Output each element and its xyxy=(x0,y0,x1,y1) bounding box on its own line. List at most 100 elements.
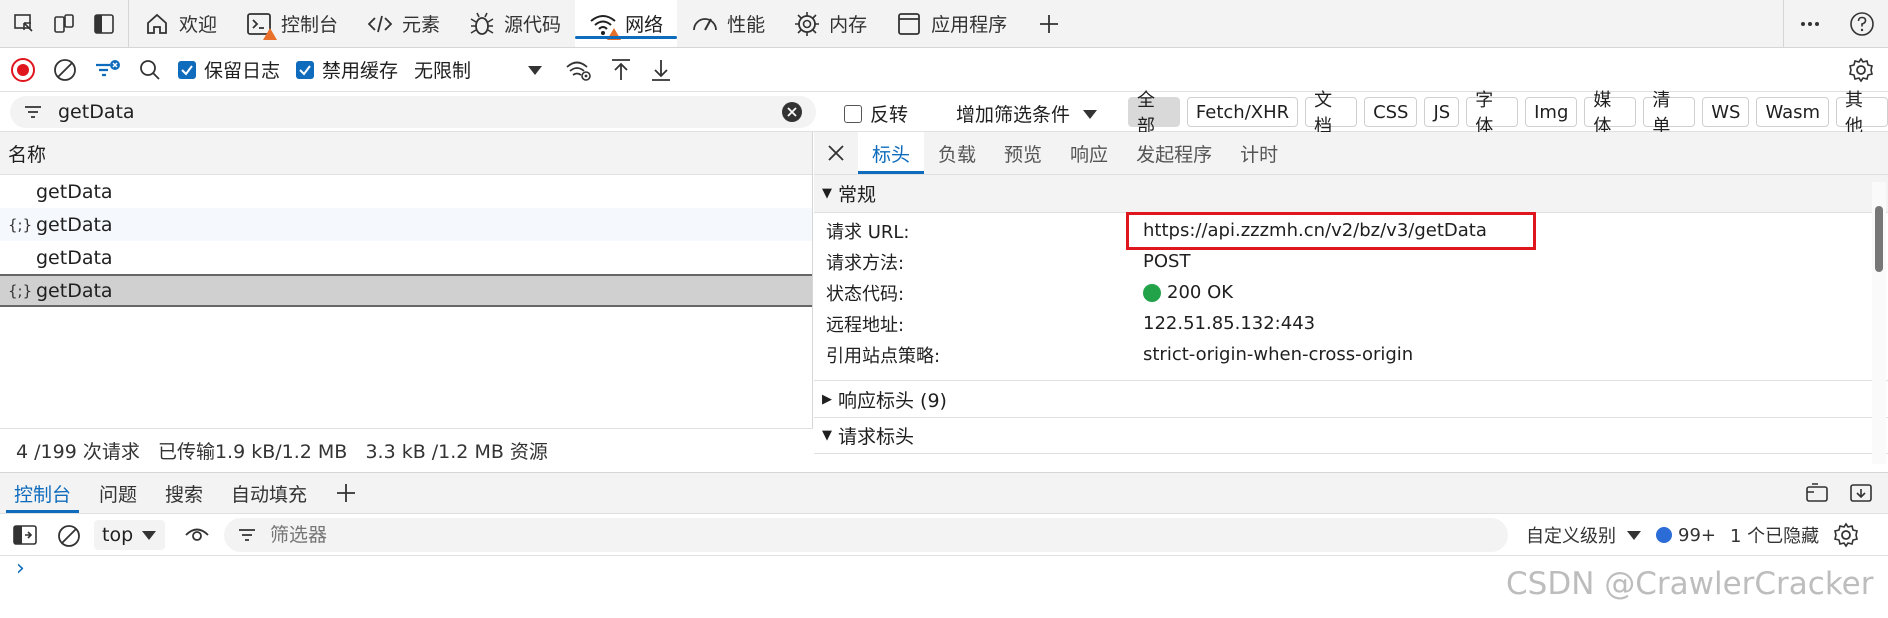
header-key: 请求方法: xyxy=(826,252,905,274)
header-key: 远程地址: xyxy=(826,314,905,336)
request-row[interactable]: {;} getData xyxy=(0,208,812,241)
add-drawer-tab-button[interactable] xyxy=(321,473,371,513)
response-headers-section-header[interactable]: ▶ 响应标头 (9) xyxy=(814,380,1888,418)
type-filter-manifest[interactable]: 清单 xyxy=(1643,90,1696,137)
tab-performance[interactable]: 性能 xyxy=(677,0,779,47)
type-filter-doc[interactable]: 文档 xyxy=(1305,90,1358,137)
filter-input[interactable] xyxy=(56,100,756,124)
filter-icon xyxy=(25,106,41,118)
tab-network[interactable]: 网络 xyxy=(575,0,678,47)
type-filter-font[interactable]: 字体 xyxy=(1466,90,1519,137)
throttling-select[interactable]: 无限制 xyxy=(414,56,543,83)
more-filters-label: 增加筛选条件 xyxy=(956,104,1071,126)
type-filter-img[interactable]: Img xyxy=(1525,97,1578,127)
header-key: 引用站点策略: xyxy=(826,345,941,367)
invert-checkbox[interactable]: 反转 xyxy=(844,100,908,127)
undock-drawer-icon[interactable] xyxy=(1804,481,1830,505)
clear-button[interactable] xyxy=(52,57,78,83)
drawer-tab-autofill[interactable]: 自动填充 xyxy=(217,473,321,513)
preserve-log-checkbox[interactable]: 保留日志 xyxy=(178,56,280,83)
tab-preview[interactable]: 预览 xyxy=(990,132,1056,174)
tab-initiator[interactable]: 发起程序 xyxy=(1122,132,1226,174)
context-value: top xyxy=(102,524,134,546)
context-select[interactable]: top xyxy=(94,520,166,550)
more-filters-dropdown[interactable]: 增加筛选条件 xyxy=(956,100,1098,127)
network-settings-button[interactable] xyxy=(1848,57,1874,83)
tab-welcome[interactable]: 欢迎 xyxy=(129,0,231,47)
record-icon xyxy=(11,57,35,82)
tab-console[interactable]: 控制台 xyxy=(231,0,352,47)
type-filter-all[interactable]: 全部 xyxy=(1128,90,1180,137)
request-row-selected[interactable]: {;} getData xyxy=(0,274,812,307)
clear-console-button[interactable] xyxy=(56,523,82,549)
tab-label: 内存 xyxy=(829,14,868,36)
request-headers-section-header[interactable]: ▼ 请求标头 xyxy=(814,418,1888,454)
checkbox-checked-icon xyxy=(178,60,196,79)
type-filter-js[interactable]: JS xyxy=(1424,97,1460,127)
gauge-icon xyxy=(691,10,719,38)
chevron-down-icon xyxy=(142,531,157,540)
type-filter-ws[interactable]: WS xyxy=(1702,97,1750,127)
type-filter-other[interactable]: 其他 xyxy=(1836,90,1888,137)
log-levels-dropdown[interactable]: 自定义级别 xyxy=(1526,522,1642,548)
issues-counter[interactable]: 99+ xyxy=(1656,525,1716,546)
import-har-button[interactable] xyxy=(609,57,633,83)
wifi-icon xyxy=(589,10,622,40)
clear-filter-icon[interactable] xyxy=(782,102,802,122)
close-detail-button[interactable] xyxy=(814,143,858,163)
record-button[interactable] xyxy=(10,57,36,83)
tab-memory[interactable]: 内存 xyxy=(779,0,881,47)
referrer-policy-value: strict-origin-when-cross-origin xyxy=(1143,344,1414,365)
sidebar-toggle-button[interactable] xyxy=(12,523,38,547)
tab-label: 源代码 xyxy=(504,14,562,36)
network-conditions-button[interactable] xyxy=(565,57,593,83)
detail-tabs: 标头 负载 预览 响应 发起程序 计时 xyxy=(814,132,1888,175)
tab-response[interactable]: 响应 xyxy=(1056,132,1122,174)
general-section-header[interactable]: ▼ 常规 xyxy=(814,175,1888,213)
console-prompt-chevron-icon[interactable]: › xyxy=(16,556,25,581)
inspect-icon[interactable] xyxy=(10,10,38,38)
status-ok-icon xyxy=(1143,283,1161,302)
tab-application[interactable]: 应用程序 xyxy=(881,0,1021,47)
remote-address-value: 122.51.85.132:443 xyxy=(1143,313,1316,334)
filter-toggle-button[interactable] xyxy=(94,57,122,83)
export-har-button[interactable] xyxy=(649,57,673,83)
more-options-icon[interactable] xyxy=(1796,10,1824,38)
tab-elements[interactable]: 元素 xyxy=(352,0,454,47)
search-button[interactable] xyxy=(138,58,162,82)
tab-timing[interactable]: 计时 xyxy=(1226,132,1292,174)
dock-side-icon[interactable] xyxy=(90,10,118,38)
tab-sources[interactable]: 源代码 xyxy=(454,0,575,47)
gear-icon[interactable] xyxy=(1833,522,1859,548)
tab-headers[interactable]: 标头 xyxy=(858,132,925,174)
request-row[interactable]: getData xyxy=(0,241,812,274)
disable-cache-checkbox[interactable]: 禁用缓存 xyxy=(296,56,398,83)
preserve-log-label: 保留日志 xyxy=(204,60,281,82)
help-icon[interactable] xyxy=(1848,10,1876,38)
scrollbar-thumb[interactable] xyxy=(1875,206,1883,272)
type-filter-media[interactable]: 媒体 xyxy=(1584,90,1637,137)
request-row[interactable]: getData xyxy=(0,175,812,208)
filter-bar: 反转 增加筛选条件 全部 Fetch/XHR 文档 CSS JS 字体 Img … xyxy=(0,90,1888,137)
type-filter-wasm[interactable]: Wasm xyxy=(1756,97,1830,127)
add-tab-button[interactable] xyxy=(1021,0,1077,47)
message-count: 99+ xyxy=(1678,524,1716,546)
tab-label: 应用程序 xyxy=(931,14,1008,36)
drawer-tab-issues[interactable]: 问题 xyxy=(85,473,151,513)
live-expression-button[interactable] xyxy=(184,524,210,546)
hidden-count: 1 个已隐藏 xyxy=(1730,526,1820,547)
device-emulation-icon[interactable] xyxy=(50,10,78,38)
drawer-tab-console[interactable]: 控制台 xyxy=(0,473,85,513)
type-filter-fetch-xhr[interactable]: Fetch/XHR xyxy=(1186,97,1299,127)
name-column-header[interactable]: 名称 xyxy=(0,132,812,175)
toolbar-left-icons xyxy=(0,0,129,47)
download-icon xyxy=(652,59,671,81)
detail-scrollbar[interactable] xyxy=(1872,182,1886,464)
dock-drawer-icon[interactable] xyxy=(1848,481,1874,505)
tab-payload[interactable]: 负载 xyxy=(924,132,990,174)
request-name: getData xyxy=(36,246,113,269)
type-filter-css[interactable]: CSS xyxy=(1364,97,1418,127)
chip-icon xyxy=(793,10,821,38)
console-filter-input[interactable] xyxy=(268,523,1448,547)
drawer-tab-search[interactable]: 搜索 xyxy=(151,473,217,513)
